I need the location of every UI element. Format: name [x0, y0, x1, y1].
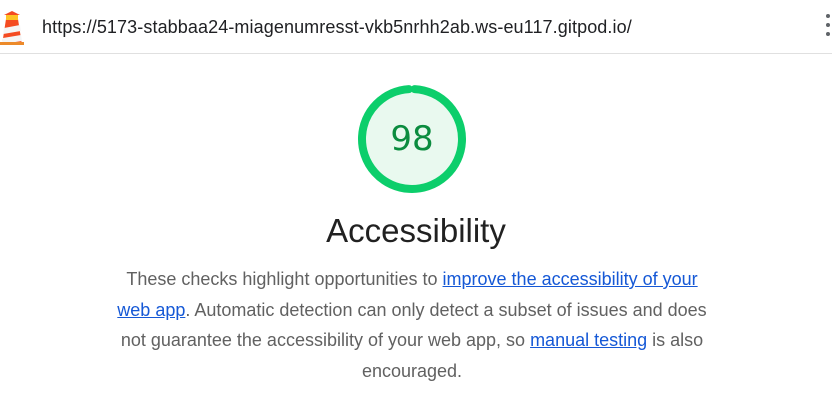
manual-testing-link[interactable]: manual testing: [530, 330, 647, 350]
report-header: https://5173-stabbaa24-miagenumresst-vkb…: [0, 0, 832, 54]
lighthouse-logo-icon: [0, 11, 24, 45]
page-url[interactable]: https://5173-stabbaa24-miagenumresst-vkb…: [42, 17, 632, 38]
category-description: These checks highlight opportunities to …: [110, 264, 714, 386]
score-gauge: 98: [357, 84, 467, 194]
more-options-icon[interactable]: [826, 14, 832, 42]
category-title: Accessibility: [326, 212, 506, 249]
description-text: These checks highlight opportunities to: [126, 269, 443, 289]
gauge-score: 98: [390, 119, 434, 159]
